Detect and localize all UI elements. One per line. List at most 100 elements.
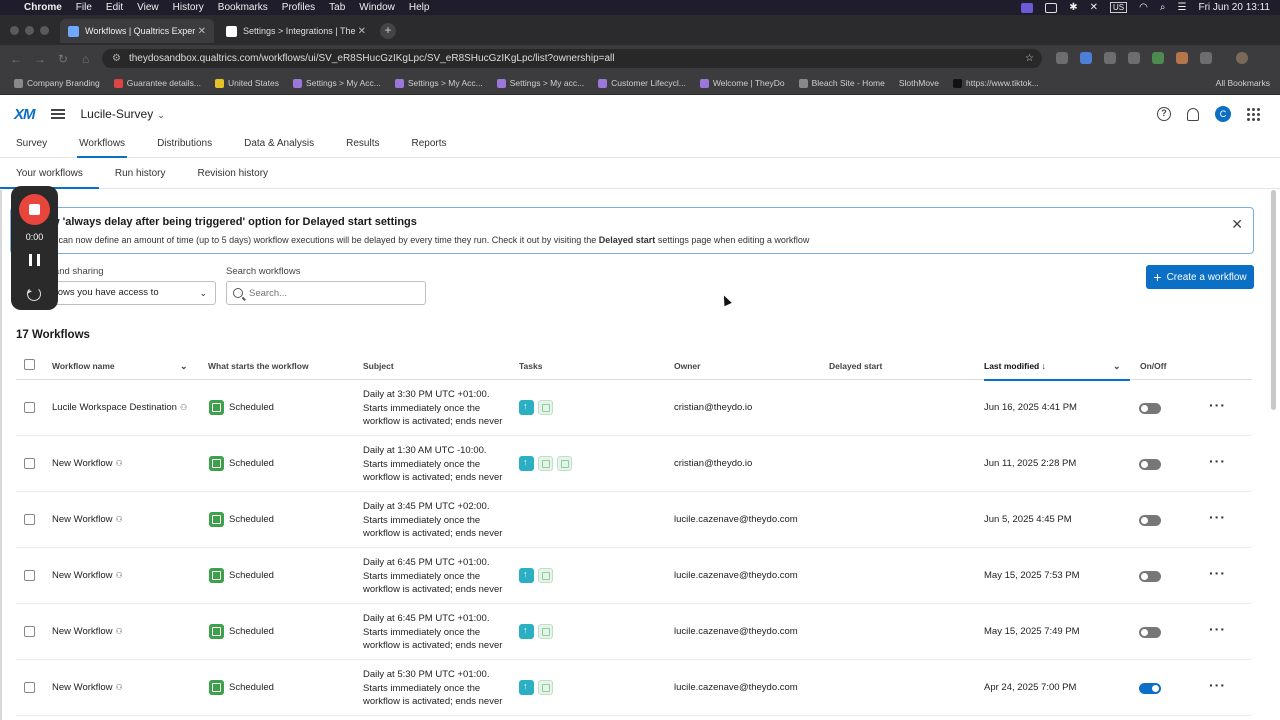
restart-icon[interactable] — [27, 287, 41, 301]
workflow-name[interactable]: New Workflow ⚇ — [52, 458, 123, 469]
tab-results[interactable]: Results — [330, 131, 395, 157]
bookmark-item[interactable]: Guarantee details... — [113, 78, 201, 88]
tab-reports[interactable]: Reports — [396, 131, 463, 157]
page-scrollbar[interactable] — [1271, 190, 1276, 410]
bookmark-item[interactable]: Company Branding — [14, 78, 100, 88]
tab-run-history[interactable]: Run history — [99, 160, 182, 188]
bookmark-item[interactable]: Bleach Site - Home — [798, 78, 885, 88]
menu-bookmarks[interactable]: Bookmarks — [218, 2, 268, 13]
menu-tab[interactable]: Tab — [329, 2, 345, 13]
more-actions-icon[interactable]: ··· — [1209, 677, 1226, 693]
forward-icon[interactable]: → — [34, 52, 48, 66]
extension-icon[interactable] — [1080, 52, 1092, 64]
tab-data-analysis[interactable]: Data & Analysis — [228, 131, 330, 157]
screen-record-status-icon[interactable] — [1021, 2, 1034, 13]
bookmark-item[interactable]: Welcome | TheyDo — [699, 78, 785, 88]
search-icon[interactable]: ⌕ — [1160, 2, 1166, 13]
bookmark-item[interactable]: Settings > My Acc... — [394, 78, 483, 88]
workflow-toggle[interactable] — [1139, 403, 1161, 414]
browser-tab-workflows[interactable]: Workflows | Qualtrics Experie ✕ — [60, 19, 214, 43]
workflow-toggle[interactable] — [1139, 627, 1161, 638]
pause-icon[interactable] — [29, 254, 40, 266]
tab-revision-history[interactable]: Revision history — [181, 160, 284, 188]
hamburger-menu-icon[interactable] — [50, 109, 65, 119]
tab-your-workflows[interactable]: Your workflows — [0, 160, 99, 189]
reload-icon[interactable]: ↻ — [58, 52, 72, 66]
menu-history[interactable]: History — [173, 2, 204, 13]
profile-avatar-icon[interactable] — [1236, 52, 1248, 64]
close-tab-icon[interactable]: ✕ — [358, 26, 366, 37]
status-app-icon[interactable] — [1045, 2, 1058, 13]
project-selector[interactable]: Lucile-Survey ⌄ — [81, 107, 165, 121]
extension-icon[interactable] — [1176, 52, 1188, 64]
search-workflows-field[interactable] — [226, 281, 426, 305]
row-checkbox[interactable] — [24, 514, 35, 525]
all-bookmarks-button[interactable]: All Bookmarks — [1216, 78, 1270, 88]
chevron-down-icon[interactable]: ⌄ — [1113, 361, 1121, 372]
tab-distributions[interactable]: Distributions — [141, 131, 228, 157]
xm-logo[interactable]: XM — [14, 106, 35, 123]
bookmark-star-icon[interactable]: ☆ — [1025, 53, 1034, 64]
upload-task-icon[interactable] — [519, 568, 534, 583]
workflow-name[interactable]: New Workflow ⚇ — [52, 570, 123, 581]
bookmark-item[interactable]: Settings > My Acc... — [292, 78, 381, 88]
menu-edit[interactable]: Edit — [106, 2, 123, 13]
menu-window[interactable]: Window — [359, 2, 395, 13]
workflow-toggle[interactable] — [1139, 515, 1161, 526]
extension-icon[interactable] — [1128, 52, 1140, 64]
email-task-icon[interactable] — [538, 400, 553, 415]
close-window-button[interactable] — [10, 26, 19, 35]
close-tab-icon[interactable]: ✕ — [198, 26, 206, 37]
row-checkbox[interactable] — [24, 626, 35, 637]
row-checkbox[interactable] — [24, 570, 35, 581]
row-checkbox[interactable] — [24, 458, 35, 469]
workflow-toggle[interactable] — [1139, 571, 1161, 582]
email-task-icon[interactable] — [538, 568, 553, 583]
more-actions-icon[interactable]: ··· — [1209, 509, 1226, 525]
table-row[interactable]: New Workflow ⚇ Scheduled Daily at 5:30 PM… — [16, 660, 1252, 716]
col-last-modified[interactable]: Last modified ↓ — [984, 361, 1130, 381]
address-bar[interactable]: ⚙ theydosandbox.qualtrics.com/workflows/… — [102, 49, 1042, 68]
bookmark-item[interactable]: Settings > My acc... — [496, 78, 584, 88]
workflow-toggle[interactable] — [1139, 683, 1161, 694]
input-source-label[interactable]: US — [1110, 2, 1128, 13]
site-info-icon[interactable]: ⚙ — [112, 53, 121, 64]
more-actions-icon[interactable]: ··· — [1209, 621, 1226, 637]
menu-help[interactable]: Help — [409, 2, 430, 13]
menu-app-name[interactable]: Chrome — [24, 2, 62, 13]
table-row[interactable]: New Workflow ⚇ Scheduled Daily at 1:30 AM… — [16, 436, 1252, 492]
chevron-down-icon[interactable]: ⌄ — [180, 361, 188, 372]
extension-icon[interactable] — [1152, 52, 1164, 64]
extension-icon[interactable] — [1200, 52, 1212, 64]
row-checkbox[interactable] — [24, 402, 35, 413]
upload-task-icon[interactable] — [519, 456, 534, 471]
wifi-icon[interactable]: ◠ — [1139, 2, 1148, 13]
control-center-icon[interactable]: ☰ — [1178, 2, 1187, 13]
bookmark-item[interactable]: SlothMove — [899, 78, 939, 88]
notifications-bell-icon[interactable] — [1187, 107, 1199, 121]
upload-task-icon[interactable] — [519, 400, 534, 415]
browser-tab-settings[interactable]: Settings > Integrations | They ✕ — [218, 19, 374, 43]
tab-workflows[interactable]: Workflows — [63, 131, 141, 158]
workflow-name[interactable]: New Workflow ⚇ — [52, 682, 123, 693]
email-task-icon[interactable] — [557, 456, 572, 471]
upload-task-icon[interactable] — [519, 624, 534, 639]
row-checkbox[interactable] — [24, 682, 35, 693]
bookmark-item[interactable]: https://www.tiktok... — [953, 78, 1039, 88]
workflow-toggle[interactable] — [1139, 459, 1161, 470]
bookmark-item[interactable]: Customer Lifecycl... — [598, 78, 686, 88]
extension-icon[interactable] — [1104, 52, 1116, 64]
more-actions-icon[interactable]: ··· — [1209, 453, 1226, 469]
help-icon[interactable]: ? — [1157, 107, 1171, 121]
more-actions-icon[interactable]: ··· — [1209, 397, 1226, 413]
table-row[interactable]: Lucile Workspace Destination ⚇ Scheduled … — [16, 380, 1252, 436]
stop-recording-button[interactable] — [19, 194, 50, 225]
table-row[interactable]: New Workflow ⚇ Scheduled Daily at 3:45 PM… — [16, 492, 1252, 548]
email-task-icon[interactable] — [538, 456, 553, 471]
workflow-name[interactable]: Lucile Workspace Destination ⚇ — [52, 402, 187, 413]
menu-profiles[interactable]: Profiles — [282, 2, 315, 13]
back-icon[interactable]: ← — [10, 52, 24, 66]
select-all-checkbox[interactable] — [24, 359, 35, 370]
workflow-name[interactable]: New Workflow ⚇ — [52, 514, 123, 525]
bookmark-item[interactable]: United States — [214, 78, 279, 88]
